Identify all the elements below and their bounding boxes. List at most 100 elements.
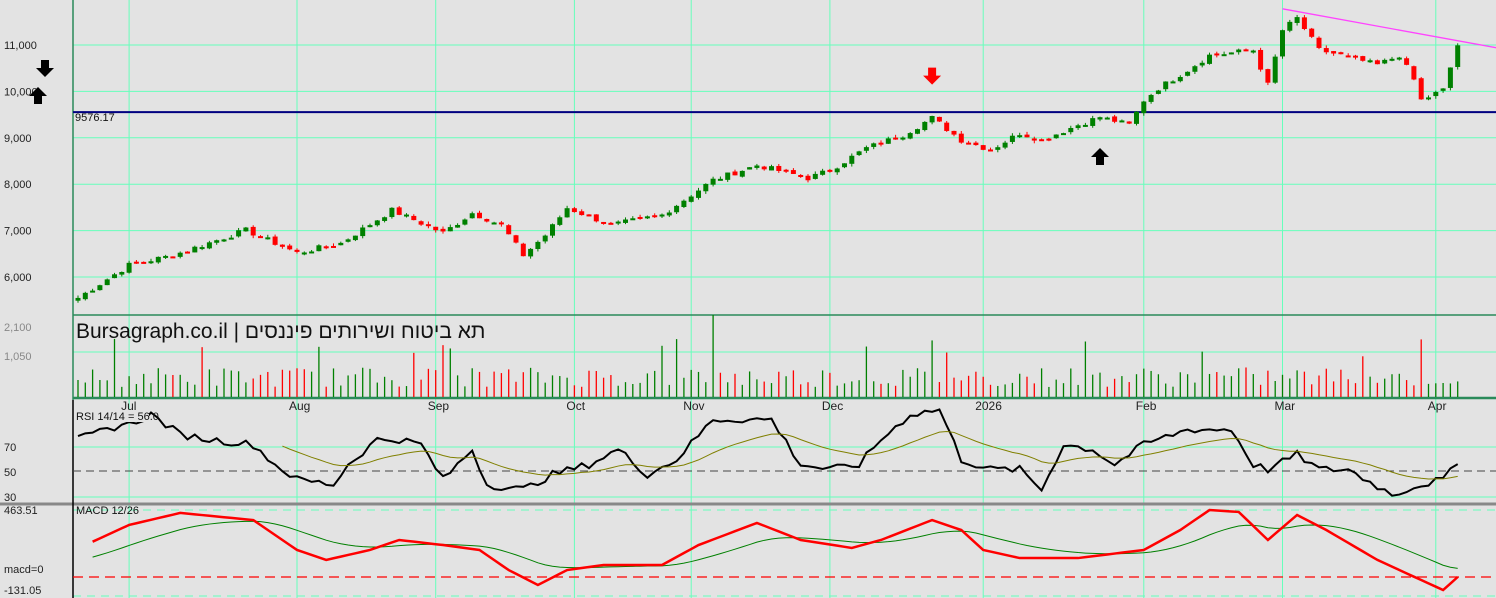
candle-body <box>1331 51 1337 54</box>
candle-body <box>1170 81 1176 84</box>
candle-body <box>1075 125 1081 129</box>
month-label: Nov <box>683 399 704 413</box>
candle-body <box>141 261 147 264</box>
candle-body <box>374 220 380 226</box>
candle-body <box>739 170 745 177</box>
candle-body <box>747 167 753 170</box>
candle-body <box>1316 37 1322 48</box>
candle-body <box>258 236 263 239</box>
candle-body <box>615 221 621 224</box>
candle-body <box>1090 118 1096 126</box>
candle-body <box>915 129 920 134</box>
month-label: Mar <box>1275 399 1296 413</box>
candle-body <box>995 147 1001 150</box>
candle-body <box>542 235 548 242</box>
candle-body <box>557 217 563 225</box>
candle-body <box>980 145 986 150</box>
candle-body <box>936 116 942 122</box>
volume-axis-label: 1,050 <box>4 351 32 363</box>
candle-body <box>228 237 234 240</box>
candle-body <box>1185 71 1191 76</box>
month-label: Oct <box>566 399 585 413</box>
rsi-axis-label: 50 <box>4 467 16 479</box>
candle-body <box>316 245 322 252</box>
candle-body <box>279 244 285 247</box>
candle-body <box>221 239 227 242</box>
candle-body <box>418 221 424 225</box>
candle-body <box>1389 58 1395 61</box>
candle-body <box>1280 30 1285 57</box>
candle-body <box>506 225 512 235</box>
candle-body <box>571 208 577 213</box>
candle-body <box>1418 78 1424 100</box>
candle-body <box>907 133 913 139</box>
candle-body <box>1221 54 1227 57</box>
candle-body <box>710 178 716 185</box>
candle-body <box>265 237 271 240</box>
candle-body <box>790 170 796 174</box>
support-line-label: 9576.17 <box>75 112 115 124</box>
month-label: Feb <box>1136 399 1157 413</box>
price-axis-label: 9,000 <box>4 133 32 145</box>
candle-body <box>696 190 701 198</box>
candle-body <box>1068 127 1074 133</box>
candle-body <box>637 216 643 219</box>
candle-body <box>82 292 88 300</box>
candle-body <box>1309 28 1315 37</box>
candle-body <box>389 207 395 218</box>
candle-body <box>922 121 928 131</box>
macd-axis-label: macd=0 <box>4 564 43 576</box>
candle-body <box>1272 56 1278 83</box>
candle-body <box>1301 17 1307 29</box>
candle-body <box>1104 117 1110 120</box>
stock-chart: 11,00010,0009,0008,0007,0006,0009576.17B… <box>0 0 1496 598</box>
candle-body <box>1236 49 1242 53</box>
month-label: 2026 <box>975 399 1002 413</box>
candle-body <box>820 170 826 175</box>
candle-body <box>243 227 249 232</box>
candle-body <box>367 225 373 228</box>
candle-body <box>1404 58 1410 65</box>
candle-body <box>1199 62 1205 66</box>
candle-body <box>404 214 409 217</box>
candle-body <box>185 251 190 254</box>
candle-body <box>1134 111 1139 124</box>
candle-body <box>272 236 278 245</box>
candle-body <box>564 208 570 218</box>
candle-body <box>827 169 833 172</box>
month-label: Sep <box>428 399 450 413</box>
candle-body <box>579 211 585 216</box>
candle-body <box>1082 124 1088 127</box>
candle-body <box>528 248 534 257</box>
candle-body <box>433 226 439 231</box>
candle-body <box>301 252 307 255</box>
candle-body <box>688 196 694 202</box>
candle-body <box>90 290 96 293</box>
candle-body <box>447 227 453 232</box>
candle-body <box>885 138 891 144</box>
candle-body <box>97 285 103 291</box>
candle-body <box>1338 52 1344 55</box>
candle-body <box>725 172 731 180</box>
candle-body <box>520 243 526 257</box>
candle-body <box>761 166 767 170</box>
candle-body <box>893 137 899 140</box>
candle-body <box>199 247 205 250</box>
candle-body <box>535 241 541 249</box>
candle-body <box>1426 97 1431 100</box>
macd-axis-label: 463.51 <box>4 505 38 517</box>
candle-body <box>812 173 818 179</box>
candle-body <box>360 227 366 237</box>
candle-body <box>834 168 840 173</box>
candle-body <box>498 222 504 225</box>
candle-body <box>119 271 125 275</box>
candle-body <box>1207 54 1212 64</box>
candle-body <box>1061 133 1066 136</box>
candle-body <box>440 228 446 232</box>
candle-body <box>133 261 139 264</box>
candle-body <box>309 251 315 254</box>
candle-body <box>1440 88 1446 91</box>
candle-body <box>1177 76 1183 82</box>
candle-body <box>1112 116 1118 122</box>
candle-body <box>469 213 475 219</box>
